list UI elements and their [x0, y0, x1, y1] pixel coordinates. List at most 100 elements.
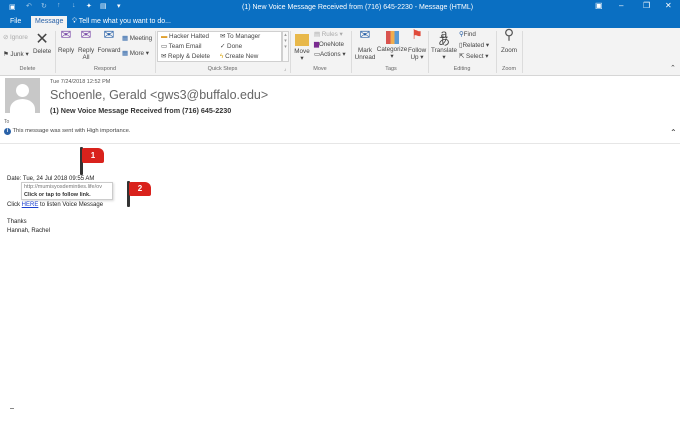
folder-icon: ▬	[161, 33, 168, 40]
ribbon-display-icon[interactable]: ▣	[595, 1, 603, 10]
more-button[interactable]: ▦ More ▾	[122, 50, 149, 58]
body-click-line: Click HERE to listen Voice Message	[7, 202, 103, 208]
importance-infobar: i This message was sent with High import…	[4, 128, 130, 135]
tooltip-url: http://mumisyosdeminties.life/ov	[24, 184, 102, 190]
body-signature: Hannah, Rachel	[7, 228, 51, 234]
categorize-button[interactable]: Categorize ▾	[376, 31, 408, 60]
reply-button[interactable]: ✉︎ Reply	[58, 27, 75, 54]
quick-step-hacker-halted[interactable]: ▬ Hacker Halted	[161, 33, 209, 41]
quick-step-reply-delete[interactable]: ✉︎ Reply & Delete	[161, 53, 210, 61]
delete-button[interactable]: ✕ Delete	[33, 31, 51, 55]
annotation-flag-2: 2	[125, 181, 153, 207]
mark-unread-icon: ✉︎	[359, 27, 371, 42]
reply-icon: ✉︎	[60, 27, 72, 42]
quick-step-to-manager[interactable]: ✉︎ To Manager	[220, 33, 260, 41]
quick-steps-scroll[interactable]: ▴ ▾ ▾	[282, 31, 289, 62]
quick-step-label: Hacker Halted	[169, 33, 209, 40]
magnifier-icon: ⚲	[503, 26, 515, 42]
customize-icon[interactable]: ▾	[117, 2, 121, 10]
divider	[522, 31, 523, 73]
collapse-header-icon[interactable]: ⌃	[670, 128, 677, 137]
related-label: Related	[462, 42, 485, 49]
move-label: Move	[294, 48, 310, 55]
redo-icon[interactable]: ↻	[41, 2, 47, 10]
follow-up-button[interactable]: ⚑ Follow Up ▾	[408, 27, 427, 61]
translate-icon: aあ	[437, 27, 450, 48]
onenote-button[interactable]: ▆OneNote	[314, 41, 344, 49]
avatar-body	[10, 99, 35, 113]
translate-label: Translate	[430, 47, 457, 54]
group-tags-label: Tags	[385, 66, 397, 72]
flag-icon: ⚑	[411, 27, 423, 42]
info-icon: i	[4, 128, 11, 135]
forward-button[interactable]: ✉︎ Forward	[97, 27, 121, 54]
find-button[interactable]: ⚲Find	[459, 31, 476, 39]
phishing-link[interactable]: HERE	[22, 202, 39, 208]
follow-up-label: Follow Up	[408, 47, 427, 61]
select-button[interactable]: ⇱ Select ▾	[459, 53, 488, 61]
annotation-flag-1: 1	[78, 147, 106, 175]
reply-delete-icon: ✉︎	[161, 53, 167, 60]
apps-icon[interactable]: ✦	[86, 2, 92, 10]
reply-all-button[interactable]: ✉︎ Reply All	[78, 27, 95, 61]
reply-label: Reply	[58, 47, 75, 54]
group-move-label: Move	[313, 66, 327, 72]
sender[interactable]: Schoenle, Gerald <gws3@buffalo.edu>	[50, 88, 268, 102]
junk-label: Junk	[10, 51, 24, 58]
dialog-launcher-icon[interactable]: ⌟	[284, 66, 286, 72]
quick-step-label: Team Email	[168, 43, 202, 50]
onenote-label: OneNote	[318, 41, 345, 48]
click-text: Click	[7, 202, 22, 208]
translate-button[interactable]: aあ Translate ▾	[430, 27, 458, 61]
related-button[interactable]: ▯Related ▾	[459, 42, 489, 50]
folder-move-icon	[295, 34, 309, 46]
collapse-ribbon-icon[interactable]: ⌃	[670, 64, 676, 72]
format-icon[interactable]: ▤	[100, 2, 107, 10]
select-label: Select	[466, 53, 484, 60]
down-arrow-icon[interactable]: ↓	[72, 2, 76, 9]
find-label: Find	[463, 31, 476, 38]
quick-step-label: Done	[227, 43, 243, 50]
tell-me-text: Tell me what you want to do...	[78, 18, 171, 25]
undo-icon[interactable]: ↶	[26, 2, 32, 10]
forward-icon: ✉︎	[103, 27, 115, 42]
forward-icon: ✉︎	[220, 33, 226, 40]
title-bar: ▣ ↶ ↻ ↑ ↓ ✦ ▤ ▾ (1) New Voice Message Re…	[0, 0, 680, 15]
body-thanks: Thanks	[7, 219, 27, 225]
zoom-button[interactable]: ⚲ Zoom	[499, 26, 519, 54]
restore-button[interactable]: ❐	[643, 1, 650, 10]
meeting-icon: ▦	[122, 35, 128, 42]
reply-all-label: Reply All	[78, 47, 95, 61]
importance-text: This message was sent with High importan…	[12, 128, 131, 134]
junk-button[interactable]: ⚑ Junk ▾	[3, 51, 29, 59]
quick-step-label: Reply & Delete	[168, 53, 211, 60]
click-text-after: to listen Voice Message	[38, 202, 104, 208]
up-arrow-icon[interactable]: ↑	[57, 2, 61, 9]
group-respond-label: Respond	[93, 66, 117, 72]
meeting-button[interactable]: ▦ Meeting	[122, 35, 152, 43]
cursor-mark	[10, 408, 14, 409]
tab-file[interactable]: File	[6, 16, 25, 28]
link-tooltip: http://mumisyosdeminties.life/ov Click o…	[21, 182, 113, 200]
minimize-button[interactable]: –	[619, 1, 623, 10]
group-quick-steps-label: Quick Steps	[207, 66, 238, 72]
close-button[interactable]: ✕	[665, 1, 672, 10]
save-icon[interactable]: ▣	[9, 3, 16, 11]
to-label: To	[4, 119, 10, 125]
ignore-button[interactable]: ⊘ Ignore	[3, 34, 28, 42]
quick-step-done[interactable]: ✓ Done	[220, 43, 242, 51]
categorize-icon	[385, 31, 399, 44]
actions-button[interactable]: ▭Actions ▾	[314, 51, 346, 59]
reply-all-icon: ✉︎	[80, 27, 92, 42]
mark-unread-button[interactable]: ✉︎ Mark Unread	[354, 27, 376, 61]
move-button[interactable]: Move ▾	[293, 31, 311, 62]
lightning-icon: ϟ	[220, 53, 224, 60]
tooltip-hint: Click or tap to follow link.	[24, 192, 91, 198]
avatar	[5, 78, 40, 113]
quick-step-team-email[interactable]: ▭ Team Email	[161, 43, 202, 51]
flag-number: 2	[129, 182, 151, 196]
quick-step-create-new[interactable]: ϟ Create New	[220, 53, 258, 61]
quick-step-label: To Manager	[226, 33, 261, 40]
quick-step-label: Create New	[225, 53, 259, 60]
rules-button[interactable]: ▤ Rules ▾	[314, 31, 343, 39]
